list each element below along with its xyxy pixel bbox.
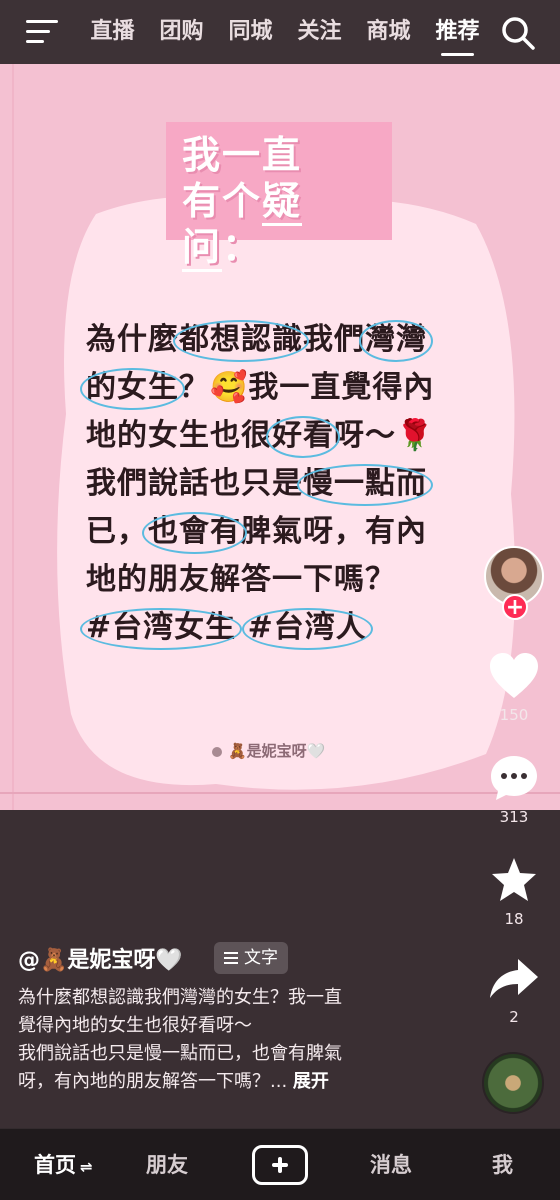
- decor-line: [0, 792, 560, 794]
- title-line-2: 有个疑问：: [182, 178, 376, 272]
- tab-following[interactable]: 关注: [285, 0, 354, 64]
- comment-icon[interactable]: [489, 754, 539, 802]
- decor-line: [12, 64, 14, 810]
- share-button[interactable]: 2: [486, 956, 542, 1026]
- author-name[interactable]: @🧸是妮宝呀🤍: [18, 942, 183, 974]
- tab-mall[interactable]: 商城: [354, 0, 423, 64]
- search-icon[interactable]: [500, 15, 536, 51]
- like-count: 150: [499, 706, 529, 724]
- heart-icon[interactable]: [488, 652, 540, 700]
- top-tabs: 直播 团购 同城 关注 商城 推荐: [78, 0, 492, 64]
- top-bar: 直播 团购 同城 关注 商城 推荐: [0, 0, 560, 64]
- nav-messages[interactable]: 消息: [370, 1129, 412, 1200]
- follow-plus-icon[interactable]: +: [502, 594, 528, 620]
- text-mode-tag[interactable]: 文字: [214, 942, 288, 974]
- like-button[interactable]: 150: [486, 652, 542, 724]
- tab-nearby[interactable]: 同城: [216, 0, 285, 64]
- share-count: 2: [509, 1008, 519, 1026]
- author-avatar[interactable]: +: [484, 546, 544, 620]
- tab-recommend[interactable]: 推荐: [423, 0, 492, 64]
- swap-icon: ⇌: [80, 1158, 93, 1176]
- menu-icon[interactable]: [26, 20, 58, 46]
- tab-group-buy[interactable]: 团购: [147, 0, 216, 64]
- nav-friends[interactable]: 朋友: [146, 1129, 188, 1200]
- comment-count: 313: [499, 808, 529, 826]
- star-icon[interactable]: [489, 856, 539, 904]
- post-body-text: 為什麼都想認識我們灣灣 的女生？🥰我一直覺得內 地的女生也很好看呀～🌹 我們說話…: [79, 316, 466, 652]
- tab-live[interactable]: 直播: [78, 0, 147, 64]
- image-watermark: 🧸是妮宝呀🤍: [212, 740, 325, 761]
- share-arrow-icon[interactable]: [488, 956, 540, 1002]
- music-disc[interactable]: [482, 1052, 544, 1114]
- create-post-button[interactable]: [252, 1145, 308, 1185]
- comment-button[interactable]: 313: [486, 754, 542, 826]
- favorite-count: 18: [504, 910, 524, 928]
- favorite-button[interactable]: 18: [486, 856, 542, 928]
- title-line-1: 我一直: [182, 133, 303, 177]
- text-lines-icon: [224, 949, 238, 967]
- post-caption: 為什麼都想認識我們灣灣的女生？我一直 覺得內地的女生也很好看呀～ 我們說話也只是…: [18, 987, 342, 1092]
- nav-home[interactable]: 首页 ⇌: [34, 1129, 93, 1200]
- bottom-nav: 首页 ⇌ 朋友 消息 我: [0, 1128, 560, 1200]
- expand-link[interactable]: 展开: [293, 1071, 329, 1092]
- post-image[interactable]: 我一直 有个疑问： 為什麼都想認識我們灣灣 的女生？🥰我一直覺得內 地的女生也很…: [0, 64, 560, 810]
- nav-me[interactable]: 我: [492, 1129, 513, 1200]
- title-box: 我一直 有个疑问：: [166, 122, 392, 272]
